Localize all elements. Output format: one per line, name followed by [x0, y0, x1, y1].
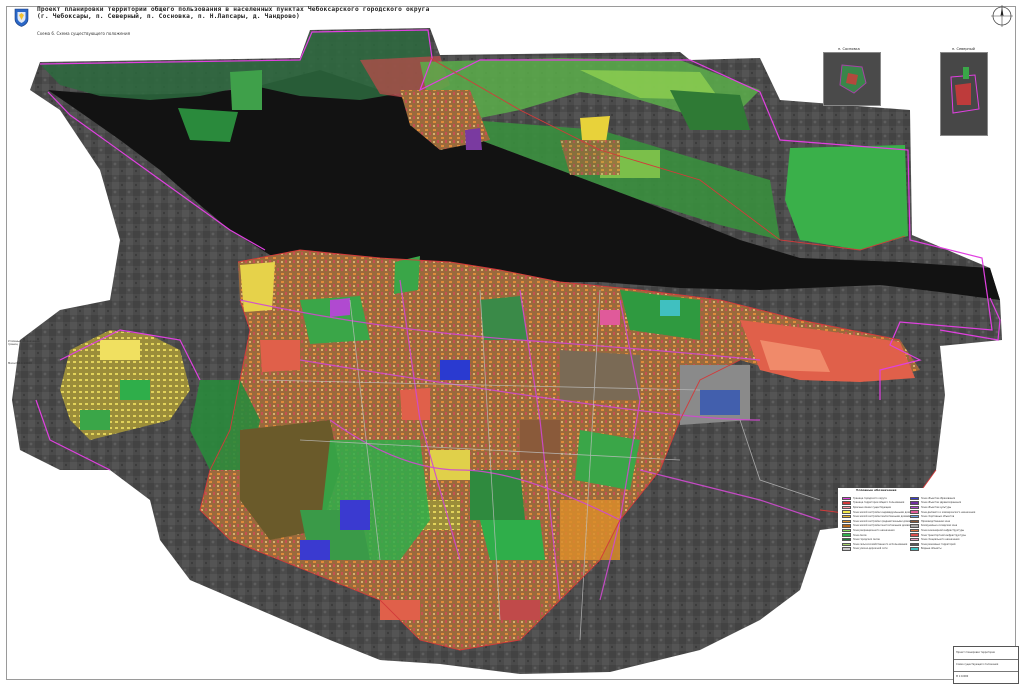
legend-label: Граница территории общего пользования: [853, 501, 905, 505]
legend-swatch: [910, 519, 919, 523]
legend-item: Водные объекты: [910, 547, 975, 552]
legend-label: Зона городских лесов: [853, 538, 880, 542]
legend-swatch: [910, 505, 919, 510]
legend-swatch: [910, 528, 919, 533]
side-note-boundaries: Условные обозначения границ: [8, 340, 40, 347]
inset-map-sosnovka: [823, 52, 881, 106]
map-legend: Условные обозначения Граница городского …: [838, 488, 988, 580]
legend-swatch: [910, 547, 919, 551]
legend-label: Зона делового и коммерческого назначения: [921, 510, 976, 514]
legend-swatch: [910, 533, 919, 537]
legend-label: Коммунально-складская зона: [921, 524, 958, 528]
legend-column-right: Зона объектов образования Зона объектов з…: [910, 496, 975, 551]
title-block-scale: М 1:10000: [956, 675, 969, 678]
side-note-scale: Масштаб 1:10000: [8, 362, 32, 365]
legend-label: Зона объектов здравоохранения: [921, 501, 961, 505]
legend-swatch: [842, 542, 851, 546]
legend-label: Граница городского округа: [853, 496, 887, 500]
legend-label: Красные линии существующие: [853, 505, 891, 509]
legend-swatch: [842, 537, 851, 542]
legend-label: Зона жилой застройки среднеэтажными дома…: [853, 519, 913, 523]
inset-map-severny: [940, 52, 988, 136]
legend-label: Зона объектов образования: [921, 496, 956, 500]
legend-swatch: [842, 547, 851, 551]
legend-swatch: [842, 519, 851, 523]
legend-label: Зона объектов культуры: [921, 505, 952, 509]
legend-swatch: [842, 533, 851, 537]
legend-label: Зона лесов: [853, 533, 867, 537]
title-block-org: Проект планировки территории: [956, 651, 996, 654]
legend-swatch: [910, 524, 919, 528]
legend-swatch: [842, 524, 851, 528]
legend-label: Зона сельскохозяйственного использования: [853, 542, 908, 546]
legend-swatch: [910, 537, 919, 542]
legend-label: Зона улично-дорожной сети: [853, 547, 888, 551]
legend-label: Зона рекреационного назначения: [853, 528, 895, 532]
legend-title: Условные обозначения: [856, 488, 897, 492]
legend-swatch: [842, 501, 851, 505]
legend-item: Зона улично-дорожной сети: [842, 547, 914, 552]
legend-label: Водные объекты: [921, 547, 942, 551]
legend-label: Зона режимных территорий: [921, 542, 956, 546]
legend-swatch: [842, 510, 851, 514]
legend-label: Зона инженерной инфраструктуры: [921, 528, 965, 532]
legend-label: Зона спортивных объектов: [921, 515, 955, 519]
inset-label-severny: п. Северный: [952, 47, 975, 51]
title-block: Проект планировки территории Схема сущес…: [953, 646, 1019, 684]
legend-swatch: [910, 496, 919, 500]
legend-swatch: [910, 514, 919, 519]
legend-label: Зона жилой застройки многоэтажными домам…: [853, 524, 912, 528]
title-block-sheet: Схема существующего положения: [956, 663, 999, 666]
map-sheet: Проект планировки территории общего поль…: [0, 0, 1024, 688]
legend-label: Зона жилой застройки индивидуальными дом…: [853, 510, 915, 514]
legend-label: Зона жилой застройки малоэтажными домами: [853, 515, 911, 519]
legend-column-left: Граница городского округа Граница террито…: [842, 496, 914, 551]
legend-swatch: [842, 505, 851, 510]
legend-swatch: [910, 501, 919, 505]
inset-label-sosnovka: п. Сосновка: [838, 47, 860, 51]
legend-label: Зона специального назначения: [921, 538, 960, 542]
legend-label: Зона транспортной инфраструктуры: [921, 533, 966, 537]
legend-swatch: [842, 528, 851, 533]
legend-swatch: [910, 542, 919, 546]
legend-swatch: [842, 514, 851, 519]
legend-swatch: [842, 496, 851, 500]
legend-label: Производственная зона: [921, 519, 951, 523]
legend-swatch: [910, 510, 919, 514]
